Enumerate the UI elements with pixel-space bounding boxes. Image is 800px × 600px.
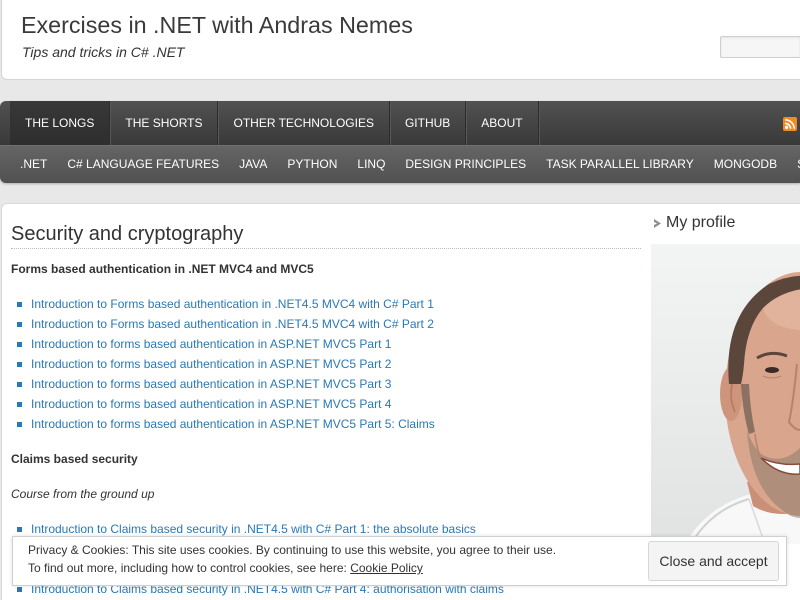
subnav-item-csharp-language-features[interactable]: C# LANGUAGE FEATURES bbox=[57, 146, 229, 183]
page-title: Security and cryptography bbox=[11, 222, 641, 249]
site-header: Exercises in .NET with Andras Nemes Tips… bbox=[1, 0, 800, 80]
article-link[interactable]: Introduction to forms based authenticati… bbox=[31, 417, 435, 431]
subnav-item-linq[interactable]: LINQ bbox=[347, 146, 395, 183]
widget-title: My profile bbox=[651, 213, 800, 233]
section-heading-forms: Forms based authentication in .NET MVC4 … bbox=[11, 262, 314, 276]
list-item: Introduction to forms based authenticati… bbox=[11, 394, 641, 414]
list-item: Introduction to forms based authenticati… bbox=[11, 334, 641, 354]
article-link[interactable]: Introduction to forms based authenticati… bbox=[31, 377, 391, 391]
cookie-policy-link[interactable]: Cookie Policy bbox=[350, 561, 423, 575]
cookie-notice-text: Privacy & Cookies: This site uses cookie… bbox=[28, 541, 556, 577]
article-link[interactable]: Introduction to forms based authenticati… bbox=[31, 357, 391, 371]
nav-item-about[interactable]: ABOUT bbox=[466, 101, 539, 145]
cookie-more-text: To find out more, including how to contr… bbox=[28, 561, 347, 575]
subnav-item-design-principles[interactable]: DESIGN PRINCIPLES bbox=[395, 146, 536, 183]
rss-icon[interactable] bbox=[783, 117, 797, 131]
sidebar: My profile bbox=[651, 213, 800, 233]
section-heading-claims: Claims based security bbox=[11, 452, 138, 466]
search-input[interactable] bbox=[720, 36, 800, 58]
subnav-item-mongodb[interactable]: MONGODB bbox=[704, 146, 787, 183]
site-tagline: Tips and tricks in C# .NET bbox=[22, 44, 185, 60]
list-item: Introduction to Forms based authenticati… bbox=[11, 294, 641, 314]
secondary-menu: .NET C# LANGUAGE FEATURES JAVA PYTHON LI… bbox=[0, 145, 800, 183]
nav-item-github[interactable]: GITHUB bbox=[390, 101, 467, 145]
list-item: Introduction to forms based authenticati… bbox=[11, 374, 641, 394]
article-link[interactable]: Introduction to forms based authenticati… bbox=[31, 337, 391, 351]
nav-item-the-shorts[interactable]: THE SHORTS bbox=[110, 101, 219, 145]
widget-title-label: My profile bbox=[666, 214, 736, 231]
article-link[interactable]: Introduction to Forms based authenticati… bbox=[31, 297, 434, 311]
subnav-item-dotnet[interactable]: .NET bbox=[10, 146, 57, 183]
nav-item-the-longs[interactable]: THE LONGS bbox=[10, 101, 111, 145]
close-and-accept-button[interactable]: Close and accept bbox=[648, 541, 779, 581]
list-item: Introduction to forms based authenticati… bbox=[11, 414, 641, 434]
article-link[interactable]: Introduction to forms based authenticati… bbox=[31, 397, 391, 411]
subnav-item-truncated[interactable]: S bbox=[787, 146, 800, 183]
widget-bullet-icon bbox=[654, 219, 661, 228]
profile-photo bbox=[651, 244, 800, 544]
cookie-more-line: To find out more, including how to contr… bbox=[28, 559, 556, 577]
list-item: Introduction to forms based authenticati… bbox=[11, 354, 641, 374]
cookie-banner: Privacy & Cookies: This site uses cookie… bbox=[12, 536, 787, 586]
article-link[interactable]: Introduction to Forms based authenticati… bbox=[31, 317, 434, 331]
primary-menu: THE LONGS THE SHORTS OTHER TECHNOLOGIES … bbox=[0, 101, 800, 145]
nav-item-other-technologies[interactable]: OTHER TECHNOLOGIES bbox=[218, 101, 390, 145]
subnav-item-task-parallel-library[interactable]: TASK PARALLEL LIBRARY bbox=[536, 146, 704, 183]
list-item: Introduction to Forms based authenticati… bbox=[11, 314, 641, 334]
section-subheading: Course from the ground up bbox=[11, 487, 155, 501]
subnav-item-java[interactable]: JAVA bbox=[229, 146, 277, 183]
main-navigation: THE LONGS THE SHORTS OTHER TECHNOLOGIES … bbox=[0, 101, 800, 183]
forms-auth-link-list: Introduction to Forms based authenticati… bbox=[11, 294, 641, 434]
subnav-item-python[interactable]: PYTHON bbox=[277, 146, 347, 183]
site-title[interactable]: Exercises in .NET with Andras Nemes bbox=[21, 10, 413, 40]
article-link[interactable]: Introduction to Claims based security in… bbox=[31, 522, 476, 536]
cookie-notice-line: Privacy & Cookies: This site uses cookie… bbox=[28, 543, 557, 557]
